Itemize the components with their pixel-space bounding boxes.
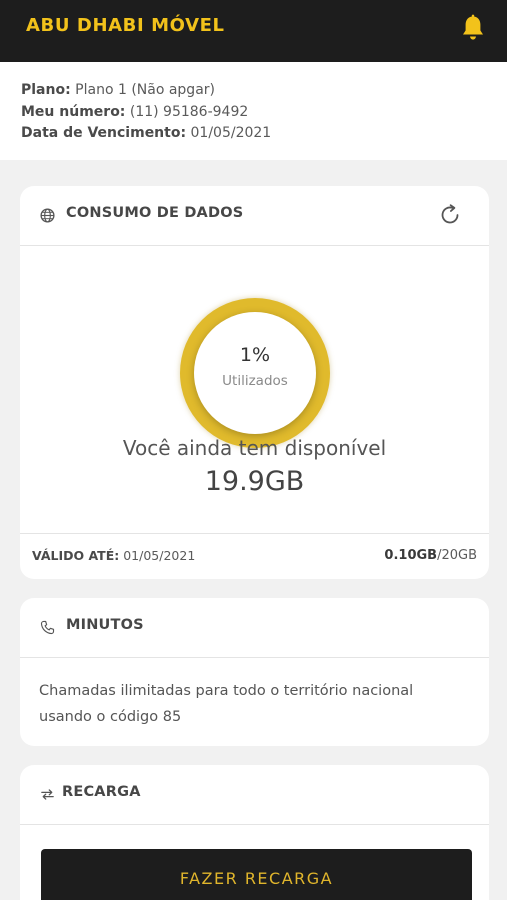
available-amount: 19.9GB — [204, 466, 305, 497]
valid-until: VÁLIDO ATÉ: 01/05/2021 — [32, 548, 195, 563]
usage-percent: 1% — [239, 344, 271, 366]
data-usage-card: CONSUMO DE DADOS 1% Utilizados Você aind… — [20, 186, 489, 579]
data-usage-title: CONSUMO DE DADOS — [66, 205, 244, 221]
plan-row: Plano: Plano 1 (Não apgar) — [21, 80, 507, 102]
plan-label: Plano: — [21, 82, 71, 98]
minutes-description: Chamadas ilimitadas para todo o territór… — [39, 683, 414, 725]
recharge-title: RECARGA — [62, 784, 141, 800]
minutes-header: MINUTOS — [20, 598, 489, 658]
data-usage-header: CONSUMO DE DADOS — [20, 186, 489, 246]
minutes-title: MINUTOS — [66, 617, 144, 633]
available-text: Você ainda tem disponível — [122, 436, 387, 460]
recharge-card: RECARGA FAZER RECARGA — [20, 765, 489, 900]
app-title: ABU DHABI MÓVEL — [26, 15, 225, 36]
minutes-card: MINUTOS Chamadas ilimitadas para todo o … — [20, 598, 489, 746]
valid-until-label: VÁLIDO ATÉ: — [32, 548, 120, 563]
phone-icon — [40, 620, 55, 635]
number-row: Meu número: (11) 95186-9492 — [21, 102, 507, 124]
recharge-header: RECARGA — [20, 765, 489, 825]
data-usage-footer: VÁLIDO ATÉ: 01/05/2021 0.10GB/20GB — [20, 533, 489, 579]
usage-percent-label: Utilizados — [222, 373, 288, 389]
number-label: Meu número: — [21, 103, 126, 120]
plan-value: Plano 1 (Não apgar) — [75, 82, 215, 98]
bell-icon[interactable] — [460, 14, 486, 42]
valid-until-value: 01/05/2021 — [123, 548, 196, 563]
refresh-icon[interactable] — [438, 203, 462, 227]
due-date-value: 01/05/2021 — [190, 125, 272, 141]
plan-info: Plano: Plano 1 (Não apgar) Meu número: (… — [0, 62, 507, 160]
swap-arrows-icon — [41, 789, 54, 800]
app-bar: ABU DHABI MÓVEL — [0, 0, 507, 62]
total-amount: /20GB — [437, 548, 477, 563]
number-value: (11) 95186-9492 — [129, 103, 249, 120]
used-amount: 0.10GB — [384, 548, 438, 563]
due-date-row: Data de Vencimento: 01/05/2021 — [21, 123, 507, 145]
usage-amount: 0.10GB/20GB — [384, 548, 477, 563]
usage-ring: 1% Utilizados — [180, 298, 330, 448]
globe-icon — [40, 208, 55, 223]
recharge-button[interactable]: FAZER RECARGA — [41, 849, 472, 900]
due-date-label: Data de Vencimento: — [21, 125, 187, 141]
